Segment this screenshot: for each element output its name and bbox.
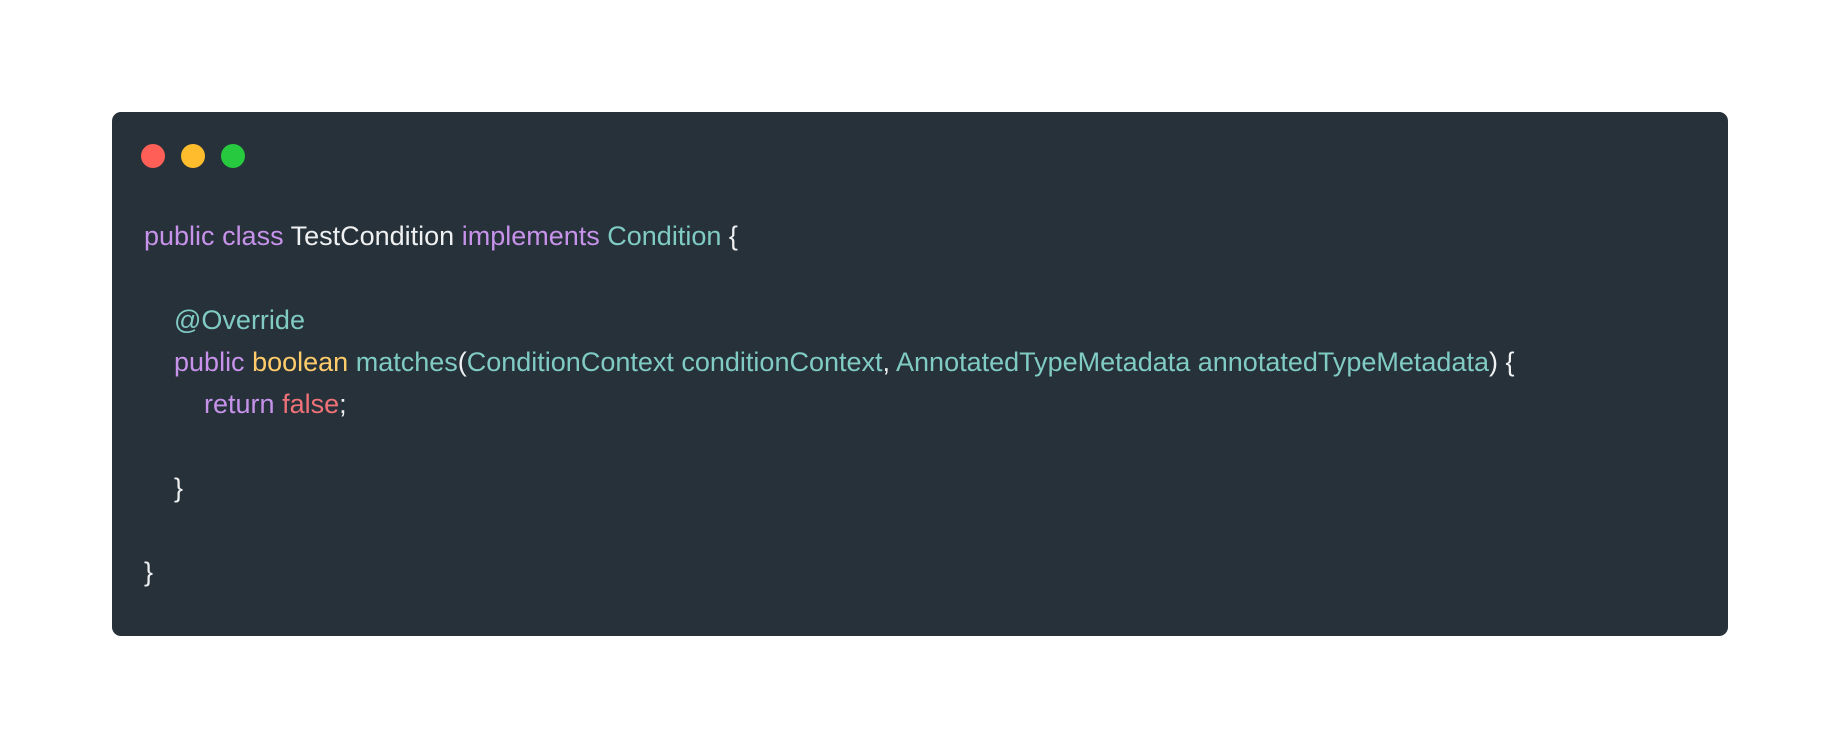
code-token-default: [245, 347, 253, 377]
code-token-keyword: public: [144, 221, 215, 251]
code-token-type: matches: [355, 347, 458, 377]
code-token-default: [144, 347, 174, 377]
code-token-type: ConditionContext conditionContext: [466, 347, 883, 377]
code-token-keyword: return: [204, 389, 275, 419]
close-button[interactable]: [141, 144, 165, 168]
code-token-default: [144, 305, 174, 335]
maximize-button[interactable]: [221, 144, 245, 168]
code-line: }: [144, 467, 1515, 509]
code-token-default: [454, 221, 462, 251]
code-token-default: ;: [339, 389, 347, 419]
code-token-default: }: [144, 557, 154, 587]
code-token-default: [275, 389, 283, 419]
code-token-keyword: public: [174, 347, 245, 377]
window-controls: [141, 144, 245, 168]
code-token-default: [284, 221, 291, 251]
code-token-default: ) {: [1488, 347, 1515, 377]
code-line: return false;: [144, 383, 1515, 425]
code-token-default: (: [457, 347, 467, 377]
code-token-type: Condition: [607, 221, 722, 251]
code-token-primitive: boolean: [252, 347, 349, 377]
code-token-default: {: [721, 221, 738, 251]
code-token-default: [144, 389, 204, 419]
code-token-keyword: implements: [461, 221, 600, 251]
code-token-default: [215, 221, 223, 251]
code-line: public boolean matches(ConditionContext …: [144, 341, 1515, 383]
code-token-default: ,: [882, 347, 897, 377]
code-token-default: [144, 473, 174, 503]
code-line: @Override: [144, 299, 1515, 341]
code-token-default: [348, 347, 356, 377]
code-token-literal: false: [282, 389, 340, 419]
minimize-button[interactable]: [181, 144, 205, 168]
code-token-type: @Override: [174, 305, 305, 335]
code-token-default: TestCondition: [290, 221, 455, 251]
code-token-keyword: class: [222, 221, 284, 251]
code-window: public class TestCondition implements Co…: [112, 112, 1728, 636]
code-token-default: }: [174, 473, 184, 503]
code-line: }: [144, 551, 1515, 593]
code-block: public class TestCondition implements Co…: [144, 215, 1515, 593]
code-line: public class TestCondition implements Co…: [144, 215, 1515, 257]
code-token-type: AnnotatedTypeMetadata annotatedTypeMetad…: [896, 347, 1489, 377]
